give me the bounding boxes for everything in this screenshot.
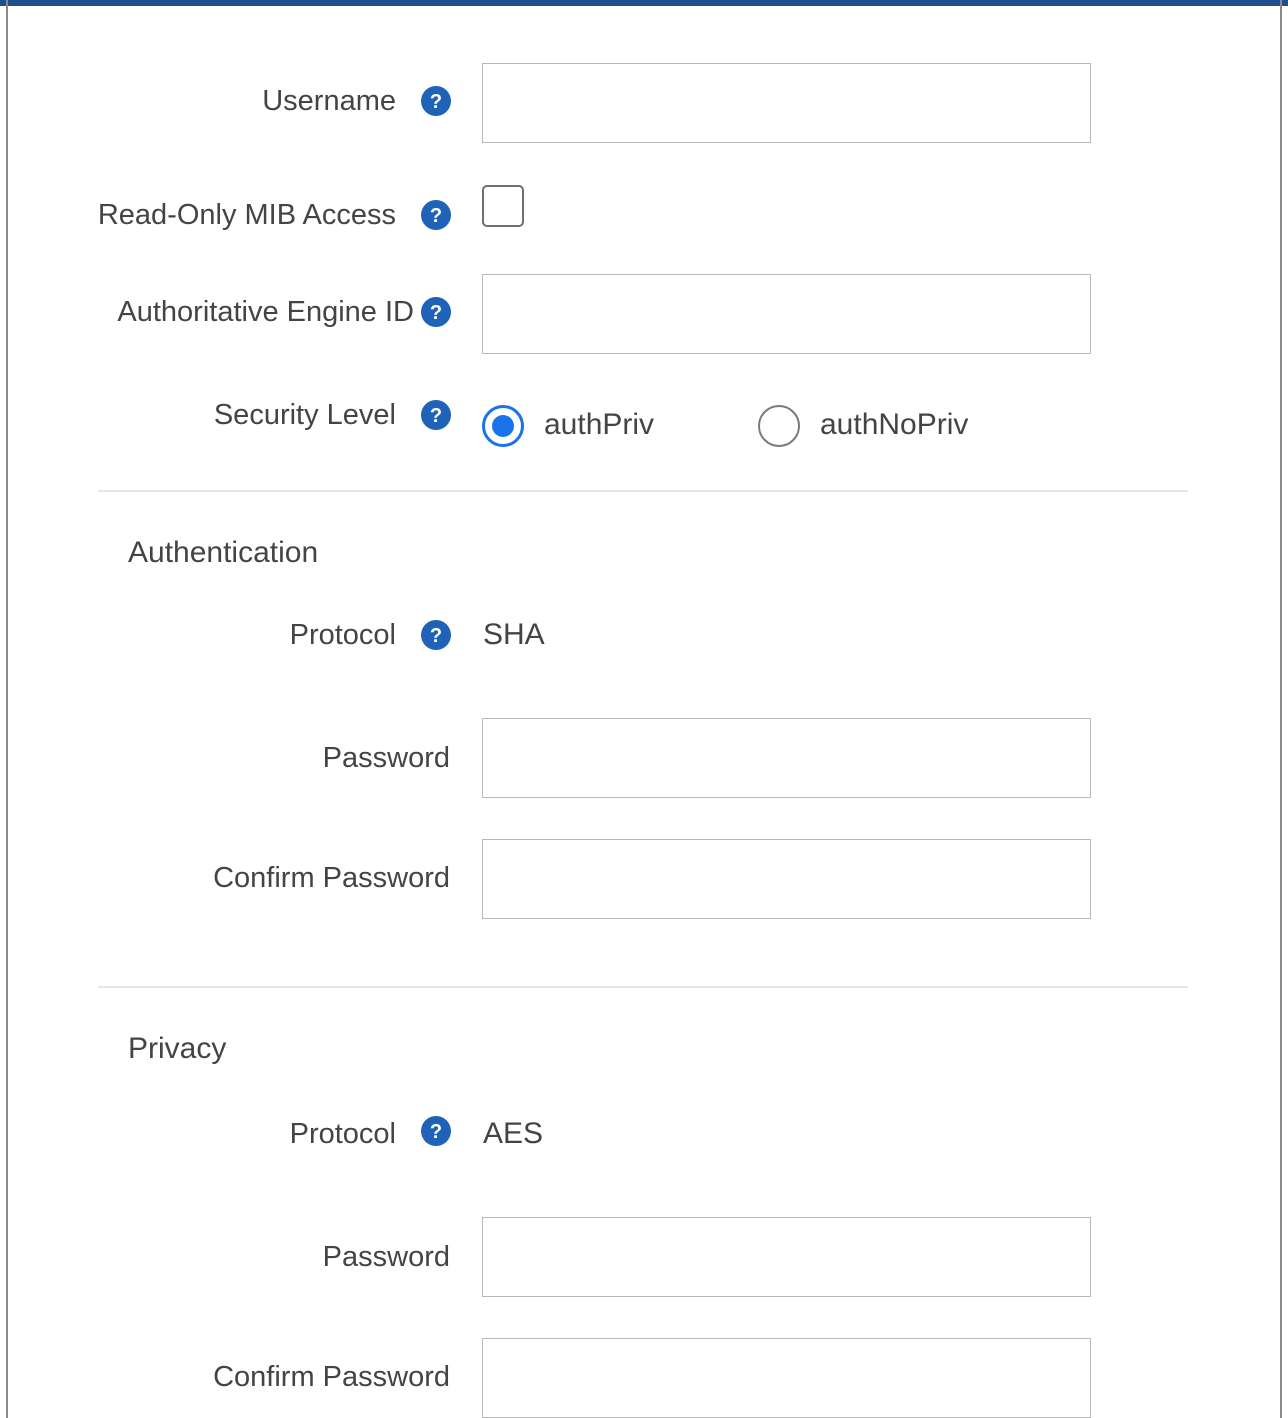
svg-text:?: ?: [430, 91, 442, 113]
svg-text:?: ?: [430, 405, 442, 427]
auth-priv-radio[interactable]: [482, 405, 524, 447]
auth-no-priv-radio[interactable]: [758, 405, 800, 447]
read-only-mib-checkbox[interactable]: [482, 185, 524, 227]
auth-confirm-password-input[interactable]: [482, 839, 1091, 919]
auth-password-input[interactable]: [482, 718, 1091, 798]
engine-id-input[interactable]: [482, 274, 1091, 354]
svg-text:?: ?: [430, 625, 442, 647]
priv-confirm-password-input[interactable]: [482, 1338, 1091, 1418]
username-label: Username: [262, 85, 396, 117]
privacy-section-title: Privacy: [128, 1032, 227, 1065]
priv-confirm-password-label: Confirm Password: [213, 1361, 450, 1393]
auth-password-label: Password: [322, 742, 450, 774]
section-divider: [98, 986, 1188, 988]
priv-password-input[interactable]: [482, 1217, 1091, 1297]
priv-protocol-value: AES: [483, 1117, 544, 1150]
read-only-mib-label: Read-Only MIB Access: [97, 199, 396, 231]
question-circle-icon[interactable]: ?: [421, 200, 451, 230]
priv-password-label: Password: [322, 1241, 450, 1273]
authentication-section-title: Authentication: [128, 536, 319, 569]
auth-protocol-value: SHA: [483, 618, 545, 651]
username-input[interactable]: [482, 63, 1091, 143]
question-circle-icon[interactable]: ?: [421, 400, 451, 430]
auth-protocol-label: Protocol: [289, 619, 396, 651]
auth-confirm-password-label: Confirm Password: [213, 862, 450, 894]
svg-text:?: ?: [430, 205, 442, 227]
auth-priv-label[interactable]: authPriv: [544, 407, 654, 443]
question-circle-icon[interactable]: ?: [421, 86, 451, 116]
svg-text:?: ?: [430, 302, 442, 324]
svg-text:?: ?: [430, 1121, 442, 1143]
security-level-label: Security Level: [213, 399, 396, 431]
priv-protocol-label: Protocol: [289, 1118, 396, 1150]
auth-no-priv-label[interactable]: authNoPriv: [820, 407, 968, 443]
question-circle-icon[interactable]: ?: [421, 1116, 451, 1146]
question-circle-icon[interactable]: ?: [421, 297, 451, 327]
question-circle-icon[interactable]: ?: [421, 620, 451, 650]
engine-id-label: Authoritative Engine ID: [117, 296, 414, 328]
section-divider: [98, 490, 1188, 492]
